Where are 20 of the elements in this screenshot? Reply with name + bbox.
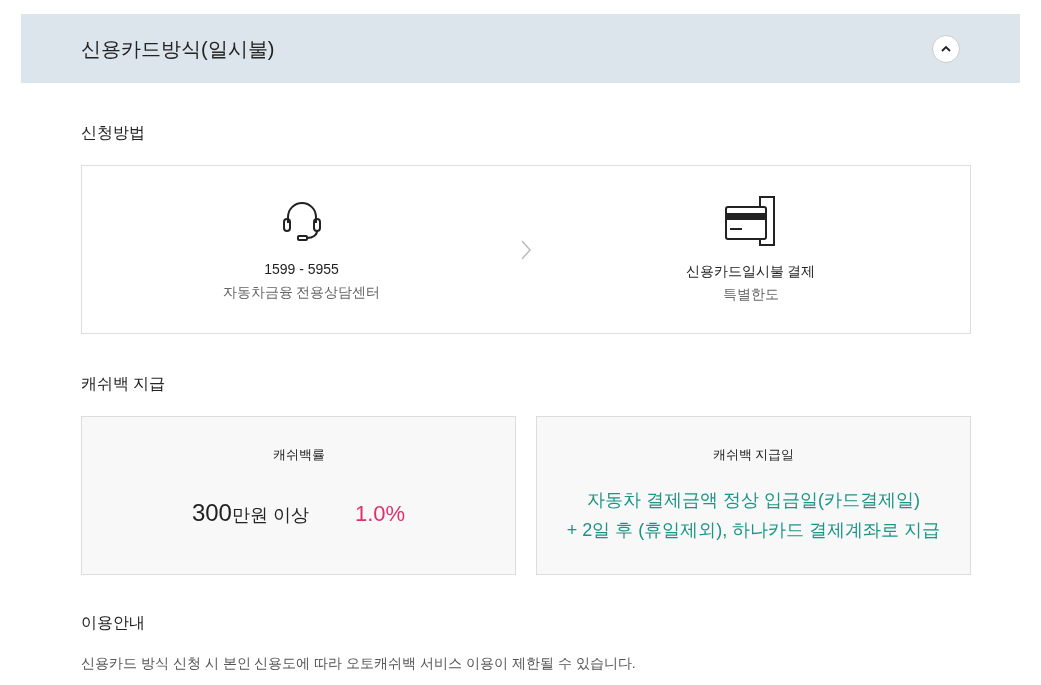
card-label: 캐쉬백 지급일 [712, 446, 795, 464]
chevron-right-icon [521, 239, 531, 260]
section-heading: 신청방법 [81, 123, 146, 143]
chevron-icon [941, 45, 951, 52]
section-title: 신용카드방식(일시불) [81, 36, 275, 62]
section-heading: 캐쉬백 지급 [81, 374, 167, 394]
amount-text: 300만원 이상 [191, 497, 309, 528]
card-label: 캐쉬백률 [272, 446, 325, 464]
step-title: 신용카드일시불 결제 [685, 261, 816, 281]
payout-date-text: + 2일 후 (휴일제외), 하나카드 결제계좌로 지급 [566, 518, 941, 542]
accordion-header[interactable]: 신용카드방식(일시불) [21, 14, 1020, 83]
step-title: 1599 - 5955 [264, 259, 339, 279]
rate-text: 1.0% [354, 499, 406, 528]
step-subtitle: 특별한도 [722, 284, 779, 304]
credit-card-icon [723, 194, 778, 247]
step-subtitle: 자동차금융 전용상담센터 [222, 282, 381, 302]
collapse-button[interactable] [932, 34, 960, 63]
payout-date-text: 자동차 결제금액 정상 입금일(카드결제일) [587, 488, 920, 512]
section-heading: 이용안내 [81, 613, 146, 633]
notice-text: 신용카드 방식 신청 시 본인 신용도에 따라 오토캐쉬백 서비스 이용이 제한될 수 있습니다. [81, 654, 637, 673]
